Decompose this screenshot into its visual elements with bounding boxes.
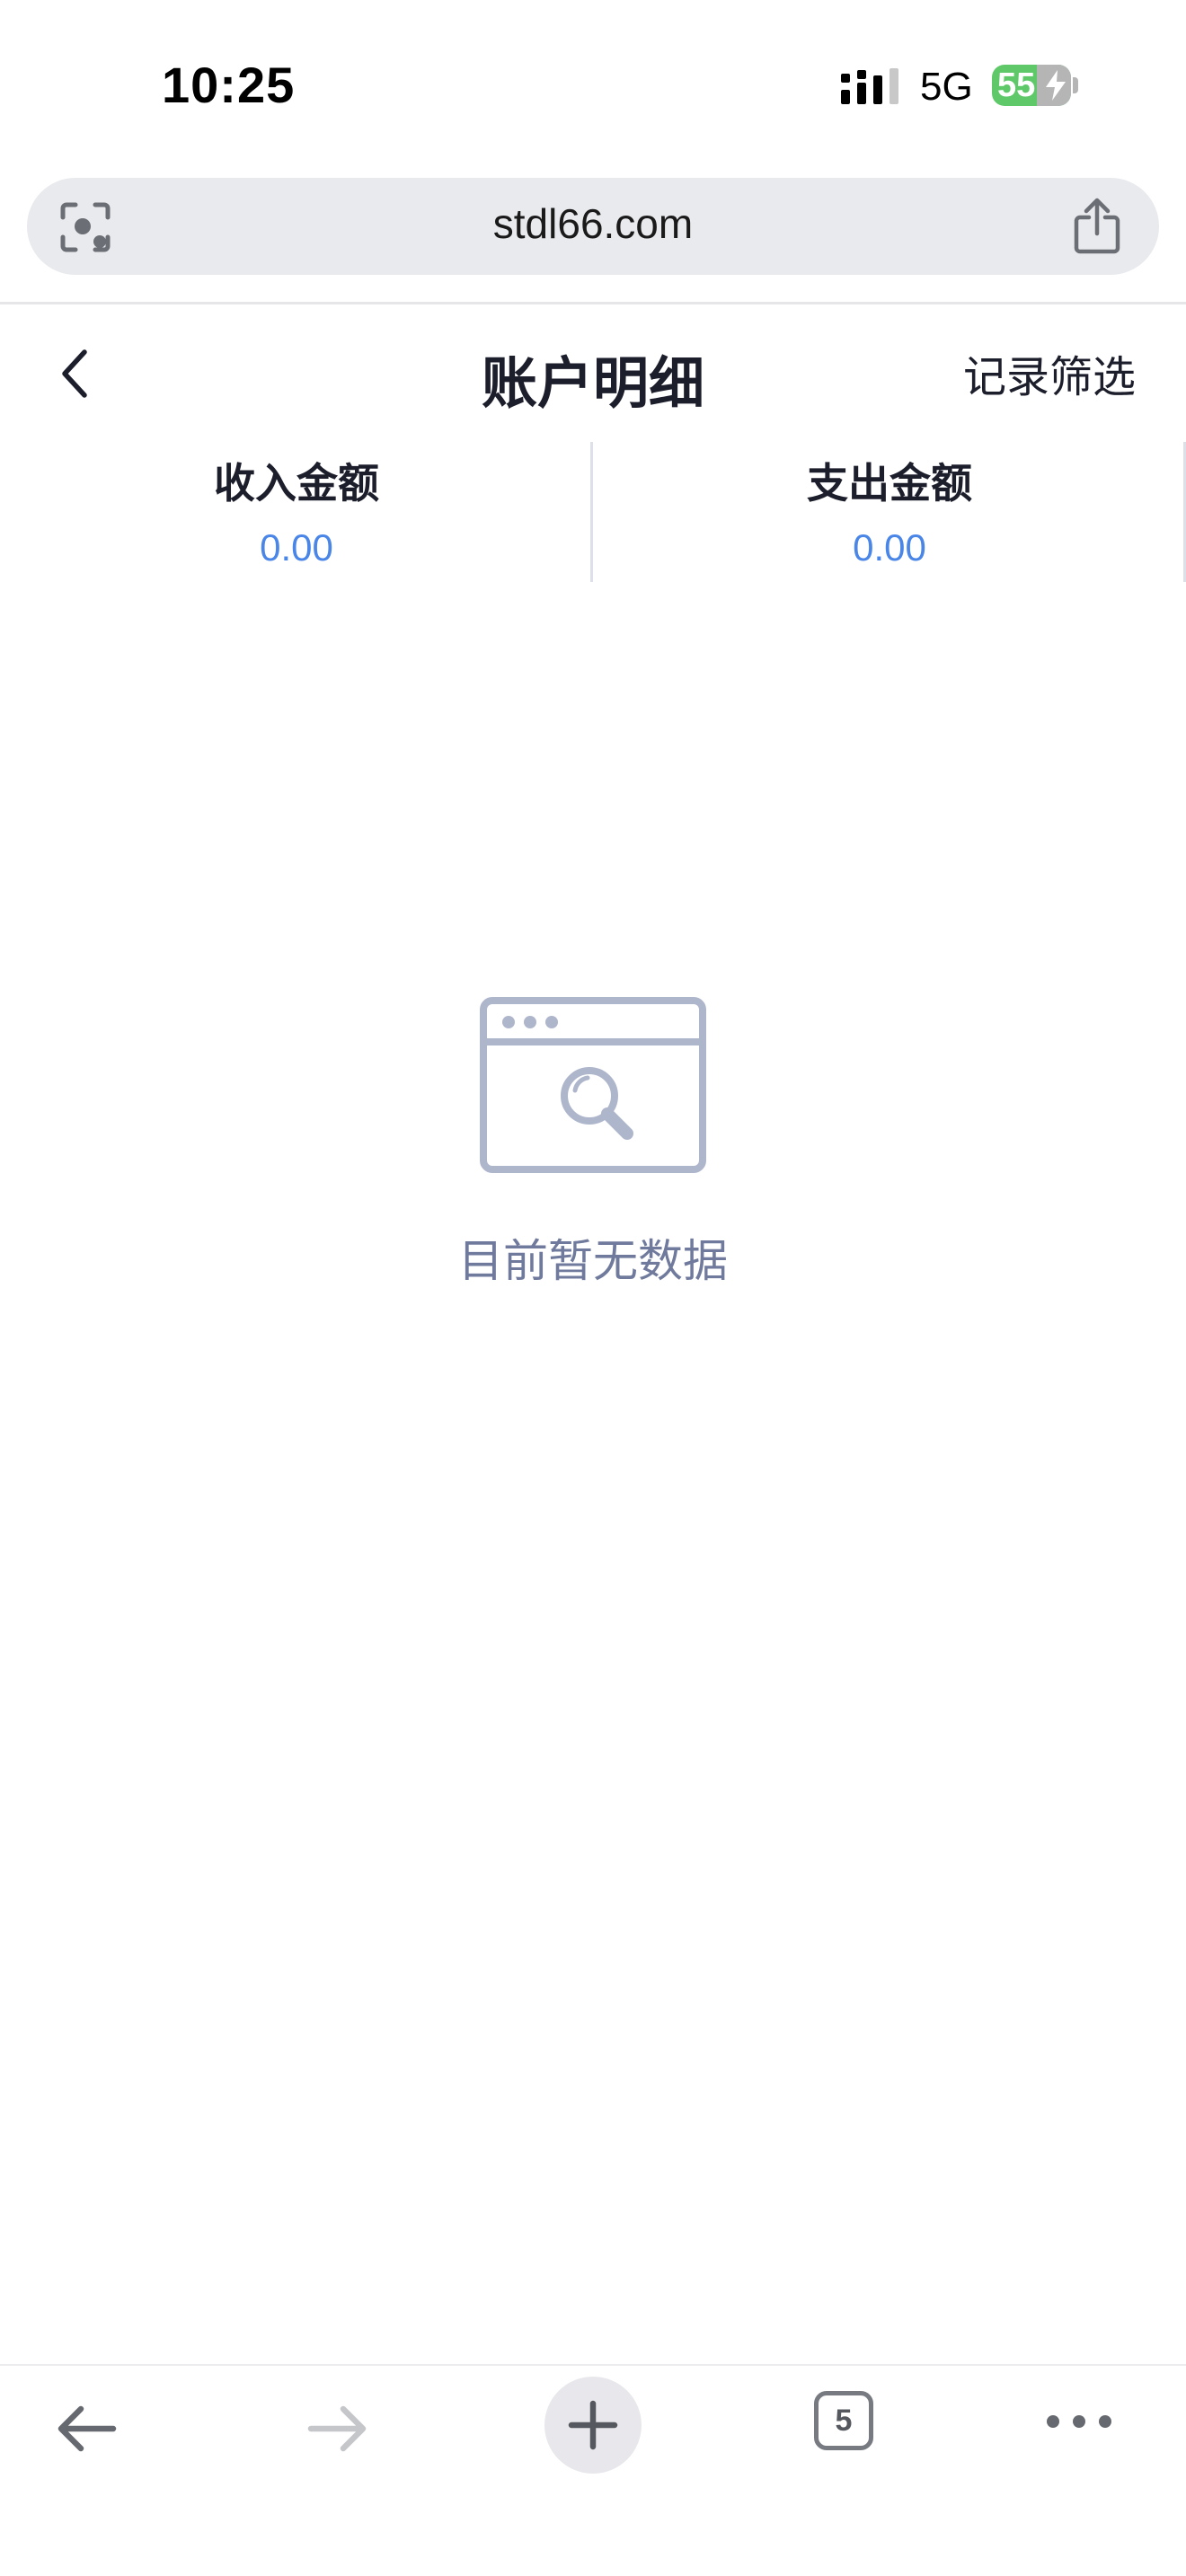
- income-value: 0.00: [260, 526, 333, 569]
- record-filter-button[interactable]: 记录筛选: [963, 341, 1136, 404]
- more-options-icon[interactable]: [1044, 2402, 1114, 2441]
- battery-level: 55: [997, 66, 1036, 104]
- page: 10:25 5G 55 stdl66.com 账户明细 记录筛选 收入金额 0.…: [0, 0, 1186, 2576]
- url-text[interactable]: stdl66.com: [27, 199, 1159, 248]
- income-summary: 收入金额 0.00: [0, 442, 593, 582]
- divider: [0, 302, 1186, 304]
- browser-forward-icon[interactable]: [302, 2393, 374, 2465]
- status-time: 10:25: [162, 57, 296, 113]
- empty-data-icon: [480, 997, 706, 1173]
- battery-nub: [1073, 77, 1078, 93]
- browser-back-icon[interactable]: [50, 2393, 122, 2465]
- signal-icon: [841, 68, 898, 104]
- share-icon[interactable]: [1073, 198, 1121, 255]
- battery-indicator: 55: [992, 65, 1071, 106]
- new-tab-button[interactable]: [544, 2377, 642, 2474]
- tabs-button[interactable]: 5: [814, 2391, 873, 2450]
- plus-icon: [568, 2400, 618, 2450]
- income-label: 收入金额: [214, 459, 379, 507]
- browser-toolbar: 5: [0, 2366, 1186, 2576]
- expense-value: 0.00: [853, 526, 926, 569]
- account-summary: 收入金额 0.00 支出金额 0.00: [0, 442, 1186, 582]
- address-bar[interactable]: stdl66.com: [27, 178, 1159, 275]
- status-bar: 10:25 5G 55: [0, 0, 1186, 171]
- charging-bolt-icon: [1046, 70, 1066, 101]
- expense-label: 支出金额: [807, 459, 972, 507]
- empty-state-message: 目前暂无数据: [458, 1235, 728, 1287]
- expense-summary: 支出金额 0.00: [593, 442, 1186, 582]
- network-type: 5G: [920, 65, 973, 109]
